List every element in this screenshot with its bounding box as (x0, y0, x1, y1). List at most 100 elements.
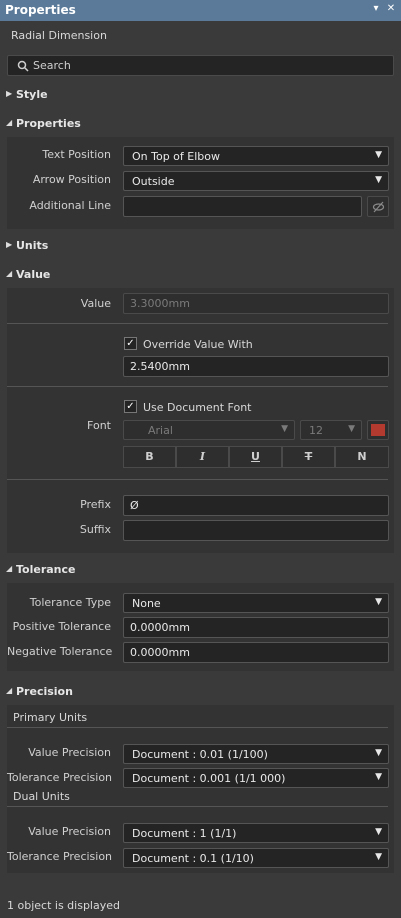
text-position-value: On Top of Elbow (132, 150, 220, 163)
dual-tolerance-precision-label: Tolerance Precision (7, 850, 113, 863)
primary-value-precision-value: Document : 0.01 (1/100) (132, 748, 268, 761)
font-label: Font (87, 419, 111, 432)
section-units[interactable]: ▶ Units (0, 235, 401, 259)
primary-tolerance-precision-label: Tolerance Precision (7, 771, 113, 784)
normal-button: N (335, 446, 389, 468)
primary-tolerance-precision-dropdown[interactable]: Document : 0.001 (1/1 000) ▼ (123, 768, 389, 788)
divider (7, 386, 388, 387)
tolerance-type-label: Tolerance Type (29, 596, 111, 609)
prefix-field[interactable]: Ø (123, 495, 389, 516)
divider (7, 727, 388, 728)
eye-hidden-icon (372, 201, 385, 213)
panel-title: Properties (5, 3, 76, 17)
prefix-value: Ø (130, 499, 139, 512)
text-position-label: Text Position (42, 148, 111, 161)
expanded-arrow-icon: ◢ (6, 564, 13, 573)
dual-units-heading: Dual Units (13, 790, 70, 803)
collapsed-arrow-icon: ▶ (6, 240, 13, 249)
override-value-value: 2.5400mm (130, 360, 190, 373)
negative-tolerance-value: 0.0000mm (130, 646, 190, 659)
positive-tolerance-label: Positive Tolerance (12, 620, 111, 633)
divider (7, 479, 388, 480)
value-label: Value (80, 297, 111, 310)
chevron-down-icon: ▼ (375, 827, 382, 837)
section-precision[interactable]: ◢ Precision (0, 681, 401, 705)
value-value: 3.3000mm (130, 297, 190, 310)
negative-tolerance-field[interactable]: 0.0000mm (123, 642, 389, 663)
expanded-arrow-icon: ◢ (6, 686, 13, 695)
arrow-position-value: Outside (132, 175, 175, 188)
primary-value-precision-dropdown[interactable]: Document : 0.01 (1/100) ▼ (123, 744, 389, 764)
primary-value-precision-label: Value Precision (28, 746, 111, 759)
arrow-position-dropdown[interactable]: Outside ▼ (123, 171, 389, 191)
italic-button: I (176, 446, 229, 468)
additional-line-field[interactable] (123, 196, 362, 217)
search-box[interactable]: Search (7, 55, 394, 76)
chevron-down-icon: ▼ (375, 852, 382, 862)
tolerance-type-dropdown[interactable]: None ▼ (123, 593, 389, 613)
positive-tolerance-field[interactable]: 0.0000mm (123, 617, 389, 638)
negative-tolerance-label: Negative Tolerance (7, 645, 113, 658)
close-icon[interactable]: ✕ (385, 3, 397, 14)
font-family-dropdown: Arial ▼ (123, 420, 295, 440)
primary-units-heading: Primary Units (13, 711, 88, 724)
expanded-arrow-icon: ◢ (6, 118, 13, 127)
bold-button: B (123, 446, 176, 468)
divider (7, 806, 388, 807)
object-type-label: Radial Dimension (11, 29, 107, 42)
text-position-dropdown[interactable]: On Top of Elbow ▼ (123, 146, 389, 166)
section-units-label: Units (16, 239, 49, 252)
status-text: 1 object is displayed (7, 899, 120, 912)
hide-line-button[interactable] (367, 196, 389, 217)
section-properties-label: Properties (16, 117, 81, 130)
suffix-label: Suffix (79, 523, 111, 536)
section-value[interactable]: ◢ Value (0, 264, 401, 288)
primary-tolerance-precision-value: Document : 0.001 (1/1 000) (132, 772, 286, 785)
use-document-font-label: Use Document Font (143, 401, 252, 414)
strikethrough-button: T (282, 446, 335, 468)
use-document-font-checkbox[interactable]: ✓ (124, 400, 137, 413)
positive-tolerance-value: 0.0000mm (130, 621, 190, 634)
section-style-label: Style (16, 88, 48, 101)
color-swatch (371, 424, 385, 436)
underline-button: U (229, 446, 282, 468)
section-precision-label: Precision (16, 685, 73, 698)
dual-tolerance-precision-dropdown[interactable]: Document : 0.1 (1/10) ▼ (123, 848, 389, 868)
chevron-down-icon: ▼ (375, 748, 382, 758)
font-size-dropdown: 12 ▼ (300, 420, 362, 440)
prefix-label: Prefix (80, 498, 111, 511)
search-icon (17, 60, 29, 72)
dual-value-precision-label: Value Precision (28, 825, 111, 838)
search-input[interactable]: Search (33, 59, 71, 72)
override-value-checkbox[interactable]: ✓ (124, 337, 137, 350)
additional-line-label: Additional Line (29, 199, 111, 212)
section-tolerance-label: Tolerance (16, 563, 76, 576)
divider (7, 323, 388, 324)
section-properties[interactable]: ◢ Properties (0, 113, 401, 137)
dual-tolerance-precision-value: Document : 0.1 (1/10) (132, 852, 254, 865)
dual-value-precision-dropdown[interactable]: Document : 1 (1/1) ▼ (123, 823, 389, 843)
chevron-down-icon: ▼ (281, 424, 288, 434)
expanded-arrow-icon: ◢ (6, 269, 13, 278)
chevron-down-icon: ▼ (348, 424, 355, 434)
section-value-label: Value (16, 268, 51, 281)
collapsed-arrow-icon: ▶ (6, 89, 13, 98)
chevron-down-icon: ▼ (375, 597, 382, 607)
tolerance-type-value: None (132, 597, 161, 610)
section-style[interactable]: ▶ Style (0, 84, 401, 108)
dual-value-precision-value: Document : 1 (1/1) (132, 827, 237, 840)
chevron-down-icon: ▼ (375, 150, 382, 160)
suffix-field[interactable] (123, 520, 389, 541)
chevron-down-icon: ▼ (375, 175, 382, 185)
section-tolerance[interactable]: ◢ Tolerance (0, 559, 401, 583)
panel-titlebar: Properties ▾ ✕ (0, 0, 401, 21)
value-field: 3.3000mm (123, 293, 389, 314)
font-size-value: 12 (309, 424, 323, 437)
override-value-label: Override Value With (143, 338, 253, 351)
override-value-field[interactable]: 2.5400mm (123, 356, 389, 377)
arrow-position-label: Arrow Position (32, 173, 111, 186)
chevron-down-icon: ▼ (375, 772, 382, 782)
menu-dropdown-icon[interactable]: ▾ (370, 3, 382, 14)
font-color-button[interactable] (367, 420, 389, 440)
font-family-value: Arial (148, 424, 173, 437)
